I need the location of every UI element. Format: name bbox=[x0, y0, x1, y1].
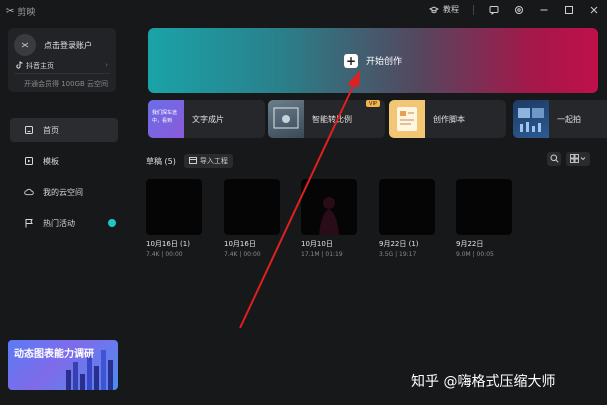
nav-template[interactable]: 模板 bbox=[10, 149, 118, 173]
import-label: 导入工程 bbox=[199, 157, 228, 165]
smart-ratio-thumbnail bbox=[268, 100, 304, 138]
nav-events-label: 热门活动 bbox=[43, 218, 75, 228]
nav-cloud-label: 我的云空间 bbox=[43, 187, 83, 197]
avatar[interactable] bbox=[14, 34, 36, 56]
tool-label: 创作脚本 bbox=[433, 114, 465, 124]
promo-text: 动态图表能力调研 bbox=[14, 349, 94, 360]
vip-badge: VIP bbox=[366, 100, 380, 107]
draft-thumbnail[interactable] bbox=[456, 179, 512, 235]
drafts-title: 草稿 (5) bbox=[146, 156, 176, 166]
start-creating-label: 开始创作 bbox=[365, 57, 403, 67]
window-controls: 教程 bbox=[428, 4, 599, 15]
graduation-cap-icon bbox=[428, 4, 439, 15]
draft-thumbnail[interactable] bbox=[224, 179, 280, 235]
draft-card[interactable]: 10月16日 7.4K | 00:00 bbox=[224, 179, 280, 258]
draft-title: 9月22日 (1) bbox=[379, 240, 419, 248]
home-icon bbox=[24, 125, 34, 135]
plus-icon: + bbox=[343, 53, 358, 68]
watermark: 知乎 @嗨格式压缩大师 bbox=[411, 374, 556, 390]
account-card[interactable]: 点击登录账户 抖音主页 › 开通会员得 100GB 云空间 bbox=[8, 28, 116, 92]
nav-events[interactable]: 热门活动 bbox=[10, 211, 118, 235]
nav-home-label: 首页 bbox=[43, 125, 59, 135]
settings-gear-icon[interactable] bbox=[513, 4, 524, 15]
feedback-icon[interactable] bbox=[488, 4, 499, 15]
nav-home[interactable]: 首页 bbox=[10, 118, 118, 142]
app-logo: ✂ 剪映 bbox=[6, 5, 35, 18]
draft-card[interactable]: 10月16日 (1) 7.4K | 00:00 bbox=[146, 179, 202, 258]
view-toggle-button[interactable] bbox=[566, 152, 590, 166]
separator bbox=[473, 4, 474, 15]
divider bbox=[14, 73, 110, 74]
capcut-logo-icon: ✂ bbox=[6, 6, 15, 17]
drafts-count: (5) bbox=[164, 156, 176, 166]
script-thumbnail bbox=[389, 100, 425, 138]
draft-card[interactable]: 10月10日 17.1M | 01:19 bbox=[301, 179, 357, 258]
draft-meta: 17.1M | 01:19 bbox=[301, 251, 343, 258]
search-icon bbox=[550, 154, 559, 165]
draft-title: 9月22日 bbox=[456, 240, 484, 248]
start-creating-button[interactable]: + 开始创作 bbox=[148, 28, 598, 93]
close-icon[interactable] bbox=[588, 4, 599, 15]
sidebar: 点击登录账户 抖音主页 › 开通会员得 100GB 云空间 首页 模板 我的云空… bbox=[0, 22, 128, 405]
grid-view-icon bbox=[570, 153, 586, 165]
import-icon bbox=[188, 156, 197, 166]
drafts-header: 草稿 (5) 导入工程 bbox=[146, 154, 233, 168]
nav-template-label: 模板 bbox=[43, 156, 59, 166]
draft-card[interactable]: 9月22日 (1) 3.5G | 19:17 bbox=[379, 179, 435, 258]
tool-label: 一起拍 bbox=[557, 114, 581, 124]
flag-icon bbox=[24, 218, 34, 228]
text-to-video-thumbnail: 我们探车途中，看到 bbox=[148, 100, 184, 138]
draft-thumbnail[interactable] bbox=[146, 179, 202, 235]
tutorial-label: 教程 bbox=[443, 5, 459, 14]
tool-label: 文字成片 bbox=[192, 114, 224, 124]
shoot-together-thumbnail bbox=[513, 100, 549, 138]
notification-dot bbox=[108, 219, 116, 227]
import-project-button[interactable]: 导入工程 bbox=[183, 154, 233, 168]
title-bar: ✂ 剪映 教程 bbox=[0, 0, 607, 22]
draft-title: 10月16日 (1) bbox=[146, 240, 190, 248]
minimize-icon[interactable] bbox=[538, 4, 549, 15]
tool-text-to-video[interactable]: 我们探车途中，看到 文字成片 bbox=[148, 100, 265, 138]
search-button[interactable] bbox=[547, 152, 561, 166]
draft-meta: 3.5G | 19:17 bbox=[379, 251, 417, 258]
app-name: 剪映 bbox=[17, 8, 36, 18]
draft-meta: 7.4K | 00:00 bbox=[224, 251, 261, 258]
vip-offer-link[interactable]: 开通会员得 100GB 云空间 bbox=[24, 79, 108, 89]
draft-title: 10月10日 bbox=[301, 240, 333, 248]
douyin-homepage-link[interactable]: 抖音主页 bbox=[16, 61, 54, 71]
douyin-label: 抖音主页 bbox=[26, 62, 54, 70]
template-icon bbox=[24, 156, 34, 166]
draft-card[interactable]: 9月22日 9.0M | 00:05 bbox=[456, 179, 512, 258]
tool-shoot-together[interactable]: 一起拍 bbox=[513, 100, 607, 138]
draft-meta: 7.4K | 00:00 bbox=[146, 251, 183, 258]
cloud-icon bbox=[24, 187, 34, 197]
tool-script[interactable]: 创作脚本 bbox=[389, 100, 506, 138]
draft-title: 10月16日 bbox=[224, 240, 256, 248]
douyin-icon bbox=[16, 61, 23, 71]
login-link[interactable]: 点击登录账户 bbox=[44, 40, 92, 51]
promo-banner[interactable]: 动态图表能力调研 bbox=[8, 340, 118, 390]
chevron-right-icon: › bbox=[105, 61, 108, 69]
tutorial-button[interactable]: 教程 bbox=[428, 4, 459, 15]
draft-meta: 9.0M | 00:05 bbox=[456, 251, 494, 258]
maximize-icon[interactable] bbox=[563, 4, 574, 15]
draft-thumbnail[interactable] bbox=[301, 179, 357, 235]
nav-cloud[interactable]: 我的云空间 bbox=[10, 180, 118, 204]
tool-label: 智能转比例 bbox=[312, 114, 352, 124]
thumbnail-caption: 我们探车途中，看到 bbox=[152, 110, 178, 124]
draft-thumbnail[interactable] bbox=[379, 179, 435, 235]
